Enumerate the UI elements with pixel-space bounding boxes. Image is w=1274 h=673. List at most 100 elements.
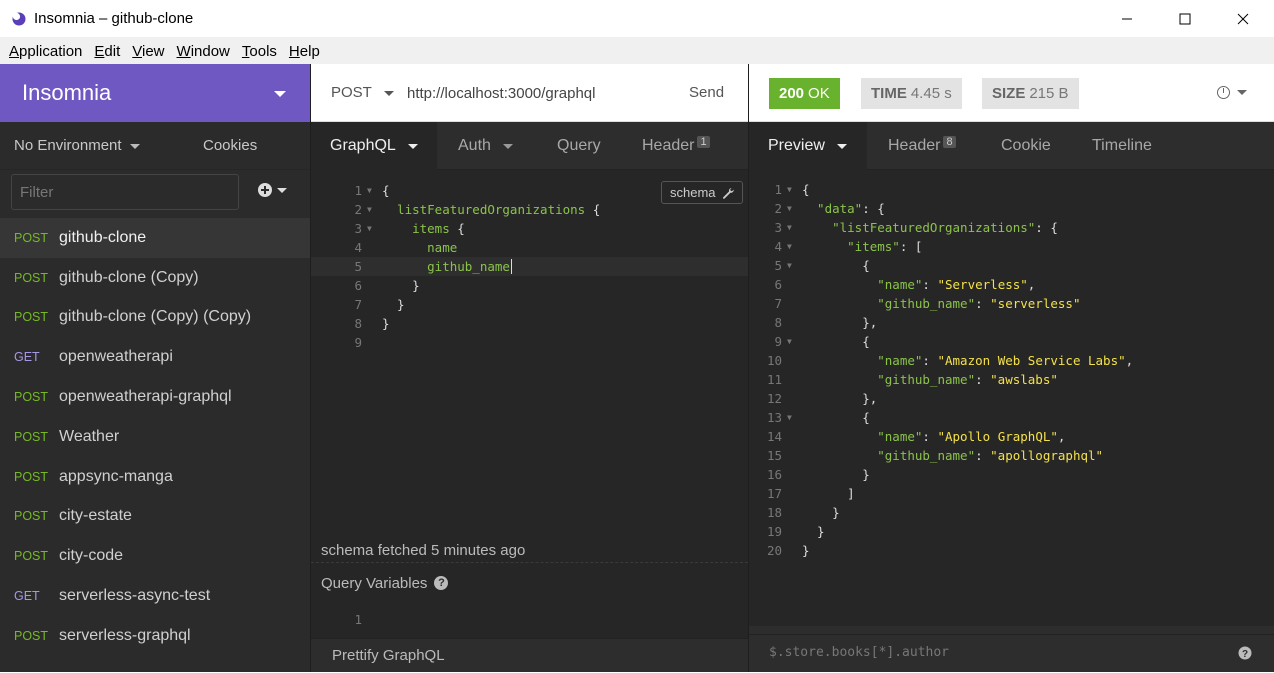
url-input[interactable]: http://localhost:3000/graphql bbox=[407, 85, 595, 102]
request-name: github-clone (Copy) (Copy) bbox=[59, 308, 252, 326]
fold-arrow-icon[interactable]: ▼ bbox=[367, 181, 372, 200]
request-tab-query[interactable]: Query bbox=[538, 122, 601, 170]
workspace-dropdown[interactable]: Insomnia bbox=[0, 64, 310, 122]
request-item[interactable]: GET serverless-async-test bbox=[0, 576, 310, 616]
response-tab-header[interactable]: Header 8 bbox=[869, 122, 956, 170]
fold-arrow-icon[interactable]: ▼ bbox=[787, 199, 792, 218]
line-number: 1 bbox=[354, 183, 362, 198]
request-tab-header[interactable]: Header 1 bbox=[623, 122, 710, 170]
response-filter-input[interactable]: $.store.books[*].author bbox=[769, 645, 949, 660]
tab-label: Header bbox=[888, 137, 941, 154]
menu-application[interactable]: Application bbox=[9, 43, 82, 60]
request-name: appsync-manga bbox=[59, 467, 173, 485]
tab-label: GraphQL bbox=[330, 137, 396, 154]
menu-edit[interactable]: Edit bbox=[94, 43, 120, 60]
code-line: 16 } bbox=[749, 465, 1274, 484]
line-number: 1 bbox=[354, 612, 362, 627]
fold-arrow-icon[interactable]: ▼ bbox=[787, 408, 792, 427]
chevron-down-icon bbox=[129, 143, 140, 149]
environment-dropdown[interactable]: No Environment bbox=[14, 137, 140, 154]
line-number: 1 bbox=[774, 182, 782, 197]
request-tab-auth[interactable]: Auth bbox=[439, 122, 513, 170]
code-line: 8 }, bbox=[749, 313, 1274, 332]
clock-icon bbox=[1217, 86, 1230, 99]
request-item[interactable]: POST openweatherapi-graphql bbox=[0, 377, 310, 417]
response-tab-cookie[interactable]: Cookie bbox=[982, 122, 1051, 170]
line-number: 7 bbox=[354, 297, 362, 312]
response-tab-preview[interactable]: Preview bbox=[749, 122, 867, 170]
request-name: serverless-graphql bbox=[59, 626, 191, 644]
request-item[interactable]: POST serverless-graphql bbox=[0, 616, 310, 656]
code-text: { bbox=[802, 258, 870, 273]
line-number: 8 bbox=[774, 315, 782, 330]
line-number: 4 bbox=[354, 240, 362, 255]
request-item[interactable]: POST city-code bbox=[0, 536, 310, 576]
request-item[interactable]: POST Weather bbox=[0, 417, 310, 457]
tab-label: Cookie bbox=[1001, 137, 1051, 154]
code-text: listFeaturedOrganizations { bbox=[382, 202, 601, 217]
code-text: name bbox=[382, 240, 458, 255]
send-button[interactable]: Send bbox=[689, 84, 724, 101]
code-text: "items": [ bbox=[802, 239, 923, 254]
response-preview: 1 ▼ {2 ▼ "data": {3 ▼ "listFeaturedOrganizat… bbox=[749, 170, 1274, 626]
svg-text:?: ? bbox=[1242, 649, 1248, 660]
fold-arrow-icon[interactable]: ▼ bbox=[787, 237, 792, 256]
code-line: 6 } bbox=[311, 276, 748, 295]
code-line: 5 ▼ { bbox=[749, 256, 1274, 275]
question-icon[interactable]: ? bbox=[434, 576, 449, 590]
question-icon[interactable]: ? bbox=[1238, 646, 1252, 660]
line-number: 2 bbox=[774, 201, 782, 216]
code-line: 1 ▼ { bbox=[749, 180, 1274, 199]
request-item[interactable]: GET openweatherapi bbox=[0, 337, 310, 377]
workspace-name: Insomnia bbox=[22, 80, 112, 105]
fold-arrow-icon[interactable]: ▼ bbox=[787, 180, 792, 199]
menu-view[interactable]: View bbox=[132, 43, 164, 60]
code-line: 17 ] bbox=[749, 484, 1274, 503]
request-method: POST bbox=[14, 230, 49, 245]
code-text: }, bbox=[802, 315, 878, 330]
code-line: 10 "name": "Amazon Web Service Labs", bbox=[749, 351, 1274, 370]
request-item[interactable]: POST appsync-manga bbox=[0, 457, 310, 497]
text-cursor bbox=[510, 259, 512, 274]
environment-label: No Environment bbox=[14, 137, 122, 154]
request-item[interactable]: POST github-clone (Copy) bbox=[0, 258, 310, 298]
fold-arrow-icon[interactable]: ▼ bbox=[787, 218, 792, 237]
time-label: TIME bbox=[871, 85, 907, 102]
request-item[interactable]: POST city-estate bbox=[0, 497, 310, 537]
menu-tools[interactable]: Tools bbox=[242, 43, 277, 60]
fold-arrow-icon[interactable]: ▼ bbox=[787, 332, 792, 351]
maximize-button[interactable] bbox=[1156, 0, 1214, 38]
query-variables-editor[interactable]: 1 bbox=[311, 600, 748, 638]
menu-help[interactable]: Help bbox=[289, 43, 320, 60]
code-text: "listFeaturedOrganizations": { bbox=[802, 220, 1058, 235]
maximize-icon bbox=[1179, 13, 1191, 25]
fold-arrow-icon[interactable]: ▼ bbox=[787, 256, 792, 275]
cookies-button[interactable]: Cookies bbox=[203, 137, 257, 154]
close-button[interactable] bbox=[1214, 0, 1272, 38]
minimize-button[interactable] bbox=[1098, 0, 1156, 38]
tab-label: Timeline bbox=[1092, 137, 1152, 154]
code-text: } bbox=[802, 543, 810, 558]
fold-arrow-icon[interactable]: ▼ bbox=[367, 219, 372, 238]
line-number: 8 bbox=[354, 316, 362, 331]
graphql-query-editor[interactable]: schema 1 ▼{2 ▼ listFeaturedOrganizations {… bbox=[311, 170, 748, 600]
response-tab-timeline[interactable]: Timeline bbox=[1073, 122, 1152, 170]
request-item[interactable]: POST github-clone (Copy) (Copy) bbox=[0, 298, 310, 338]
request-method: POST bbox=[14, 429, 49, 444]
history-dropdown[interactable] bbox=[1217, 86, 1247, 99]
code-text: } bbox=[382, 297, 405, 312]
menu-window[interactable]: Window bbox=[177, 43, 230, 60]
line-number: 6 bbox=[774, 277, 782, 292]
response-tabs: Preview Header 8 Cookie Timeline bbox=[749, 122, 1274, 170]
add-request-button[interactable] bbox=[258, 183, 287, 197]
status-code: 200 bbox=[779, 85, 805, 102]
request-tab-graphql[interactable]: GraphQL bbox=[311, 122, 437, 170]
fold-arrow-icon[interactable]: ▼ bbox=[367, 200, 372, 219]
line-number: 9 bbox=[774, 334, 782, 349]
chevron-down-icon bbox=[277, 187, 287, 193]
method-dropdown[interactable]: POST bbox=[331, 84, 394, 101]
prettify-graphql-button[interactable]: Prettify GraphQL bbox=[311, 638, 748, 672]
request-item[interactable]: POST github-clone bbox=[0, 218, 310, 258]
filter-input[interactable] bbox=[11, 174, 239, 210]
line-number: 10 bbox=[766, 353, 782, 368]
